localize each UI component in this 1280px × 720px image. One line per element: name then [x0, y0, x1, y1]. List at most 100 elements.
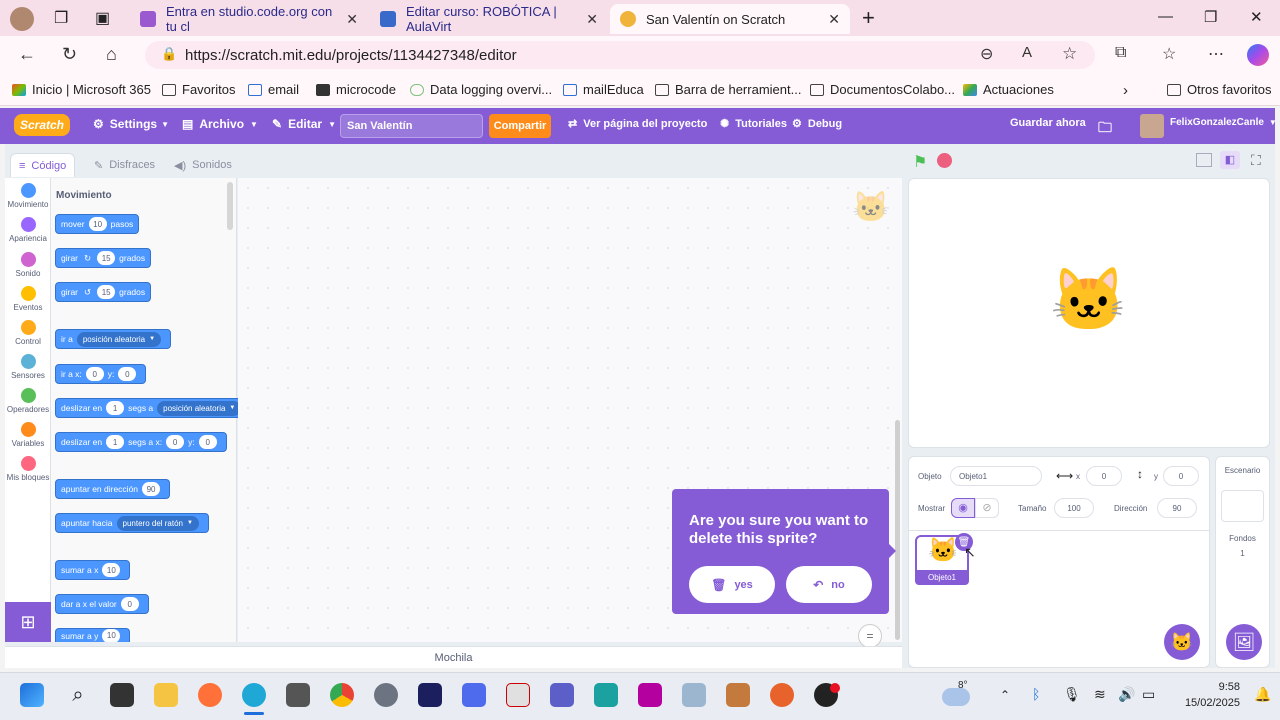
block-input[interactable]: 10	[102, 563, 121, 577]
url-input[interactable]: 🔒 https://scratch.mit.edu/projects/11344…	[145, 41, 1095, 69]
project-title-input[interactable]: San Valentín	[340, 114, 483, 138]
tab-scratch[interactable]: San Valentín on Scratch ✕	[610, 4, 850, 34]
block-input[interactable]: 15	[97, 285, 116, 299]
block-change-x[interactable]: sumar a x 10	[55, 560, 131, 580]
hide-eye-icon[interactable]: ⊘	[975, 498, 999, 518]
craft-app-icon[interactable]	[726, 683, 750, 707]
stop-icon[interactable]	[937, 153, 952, 168]
block-glide-to-xy[interactable]: deslizar en 1 segs a x: 0 y: 0	[55, 432, 227, 452]
bookmark-documentos[interactable]: DocumentosColabo...	[810, 82, 955, 97]
block-move-steps[interactable]: mover 10 pasos	[55, 214, 140, 234]
large-stage-icon[interactable]: ◧	[1220, 151, 1240, 169]
sprite-name-input[interactable]: Objeto1	[950, 466, 1042, 486]
block-input[interactable]: 0	[85, 367, 104, 381]
block-turn-left[interactable]: girar ↺ 15 grados	[55, 282, 152, 302]
tab-studio-code[interactable]: Entra en studio.code.org con tu cl ✕	[130, 4, 368, 34]
close-tab-icon[interactable]: ✕	[586, 11, 598, 28]
category-variables[interactable]: Variables	[5, 422, 51, 448]
copilot-icon[interactable]	[1247, 44, 1269, 66]
block-input[interactable]: 10	[102, 629, 121, 642]
profile-avatar[interactable]	[10, 7, 34, 31]
small-stage-icon[interactable]	[1196, 153, 1212, 167]
bluetooth-icon[interactable]: ᛒ	[1032, 686, 1040, 702]
notebook-icon[interactable]	[506, 683, 530, 707]
sway-icon[interactable]	[462, 683, 486, 707]
palette-scrollbar[interactable]	[227, 182, 233, 230]
scratch-logo[interactable]: Scratch	[14, 114, 70, 136]
file-menu[interactable]: ▤ Archivo ▼	[182, 117, 258, 131]
block-go-to-xy[interactable]: ir a x: 0 y: 0	[55, 364, 147, 384]
tutorials-button[interactable]: ✺ Tutoriales	[720, 117, 787, 131]
x-input[interactable]: 0	[1086, 466, 1122, 486]
bookmark-actuaciones[interactable]: Actuaciones	[963, 82, 1054, 97]
firefox-icon[interactable]	[198, 683, 222, 707]
zoom-reset-icon[interactable]: =	[858, 624, 882, 648]
tab-code[interactable]: ≡ Código	[10, 153, 76, 177]
block-change-y[interactable]: sumar a y 10	[55, 628, 131, 642]
clock-date[interactable]: 15/02/2025	[1174, 697, 1240, 709]
file-explorer-icon[interactable]	[154, 683, 178, 707]
bookmark-email[interactable]: email	[248, 82, 299, 97]
block-turn-right[interactable]: girar ↻ 15 grados	[55, 248, 152, 268]
block-input[interactable]: 0	[120, 597, 139, 611]
battery-icon[interactable]: ▭	[1142, 686, 1155, 703]
category-operators[interactable]: Operadores	[5, 388, 51, 414]
bookmark-favoritos[interactable]: Favoritos	[162, 82, 235, 97]
category-control[interactable]: Control	[5, 320, 51, 346]
clipchamp-icon[interactable]	[638, 683, 662, 707]
block-input[interactable]: 90	[142, 482, 161, 496]
more-menu-icon[interactable]: ⋯	[1208, 44, 1224, 64]
save-now-button[interactable]: Guardar ahora	[1010, 117, 1086, 129]
script-scrollbar[interactable]	[895, 420, 900, 640]
maximize-icon[interactable]: ❐	[1204, 8, 1217, 26]
tab-aulavirtual[interactable]: Editar curso: ROBÓTICA | AulaVirt ✕	[370, 4, 608, 34]
bookmark-otros-favoritos[interactable]: Otros favoritos	[1167, 82, 1272, 97]
extensions-icon[interactable]: ⧉	[1115, 44, 1126, 62]
backpack-bar[interactable]: Mochila	[5, 646, 902, 668]
bookmark-datalogging[interactable]: Data logging overvi...	[410, 82, 552, 97]
block-dropdown[interactable]: posición aleatoria ▼	[76, 331, 162, 347]
inkscape-icon[interactable]	[286, 683, 310, 707]
windows-start-icon[interactable]	[20, 683, 44, 707]
more-bookmarks-chevron-icon[interactable]: ›	[1123, 82, 1128, 99]
search-icon[interactable]: ⌕	[66, 683, 90, 707]
debug-button[interactable]: ⚙ Debug	[792, 117, 842, 131]
block-set-x[interactable]: dar a x el valor 0	[55, 594, 149, 614]
user-avatar[interactable]	[1140, 114, 1164, 138]
block-point-towards[interactable]: apuntar hacia puntero del ratón ▼	[55, 513, 209, 533]
read-aloud-icon[interactable]: A	[1022, 44, 1032, 61]
block-input[interactable]: 0	[198, 435, 217, 449]
clock-time[interactable]: 9:58	[1200, 681, 1240, 693]
block-dropdown[interactable]: posición aleatoria ▼	[157, 400, 242, 416]
category-motion[interactable]: Movimiento	[5, 183, 51, 209]
my-stuff-folder-icon[interactable]: 🗀	[1098, 117, 1112, 141]
refresh-icon[interactable]: ↻	[62, 44, 77, 65]
bookmark-microsoft365[interactable]: Inicio | Microsoft 365	[12, 82, 151, 97]
block-input[interactable]: 0	[118, 367, 137, 381]
volume-icon[interactable]: 🔊	[1118, 686, 1135, 703]
y-input[interactable]: 0	[1163, 466, 1199, 486]
new-tab-icon[interactable]: +	[862, 5, 875, 31]
share-button[interactable]: Compartir	[489, 114, 551, 138]
choose-backdrop-button[interactable]: 🖼	[1226, 624, 1262, 660]
settings-gear-icon[interactable]	[374, 683, 398, 707]
bird-app-icon[interactable]	[682, 683, 706, 707]
show-hidden-icons-icon[interactable]: ⌃	[1000, 688, 1010, 702]
user-menu[interactable]: FelixGonzalezCanle ▼	[1170, 117, 1277, 128]
fish-app-icon[interactable]	[770, 683, 794, 707]
cat-sprite-icon[interactable]: 🐱	[1050, 270, 1127, 332]
microphone-icon[interactable]: 🎙	[1063, 686, 1081, 703]
audition-icon[interactable]	[418, 683, 442, 707]
edu-app-icon[interactable]	[594, 683, 618, 707]
home-icon[interactable]: ⌂	[106, 44, 117, 65]
tab-sounds[interactable]: ◀) Sonidos	[166, 153, 240, 177]
back-icon[interactable]: ←	[18, 44, 36, 65]
bookmark-microcode[interactable]: microcode	[316, 82, 396, 97]
edge-icon[interactable]	[242, 683, 266, 707]
green-flag-icon[interactable]: ⚑	[913, 152, 927, 172]
settings-menu[interactable]: ⚙ Settings ▼	[93, 117, 169, 131]
tab-actions-icon[interactable]: ▣	[95, 8, 110, 28]
category-looks[interactable]: Apariencia	[5, 217, 51, 243]
block-glide-to[interactable]: deslizar en 1 segs a posición aleatoria ▼	[55, 398, 252, 418]
add-extension-button[interactable]: ⊞	[5, 602, 51, 642]
